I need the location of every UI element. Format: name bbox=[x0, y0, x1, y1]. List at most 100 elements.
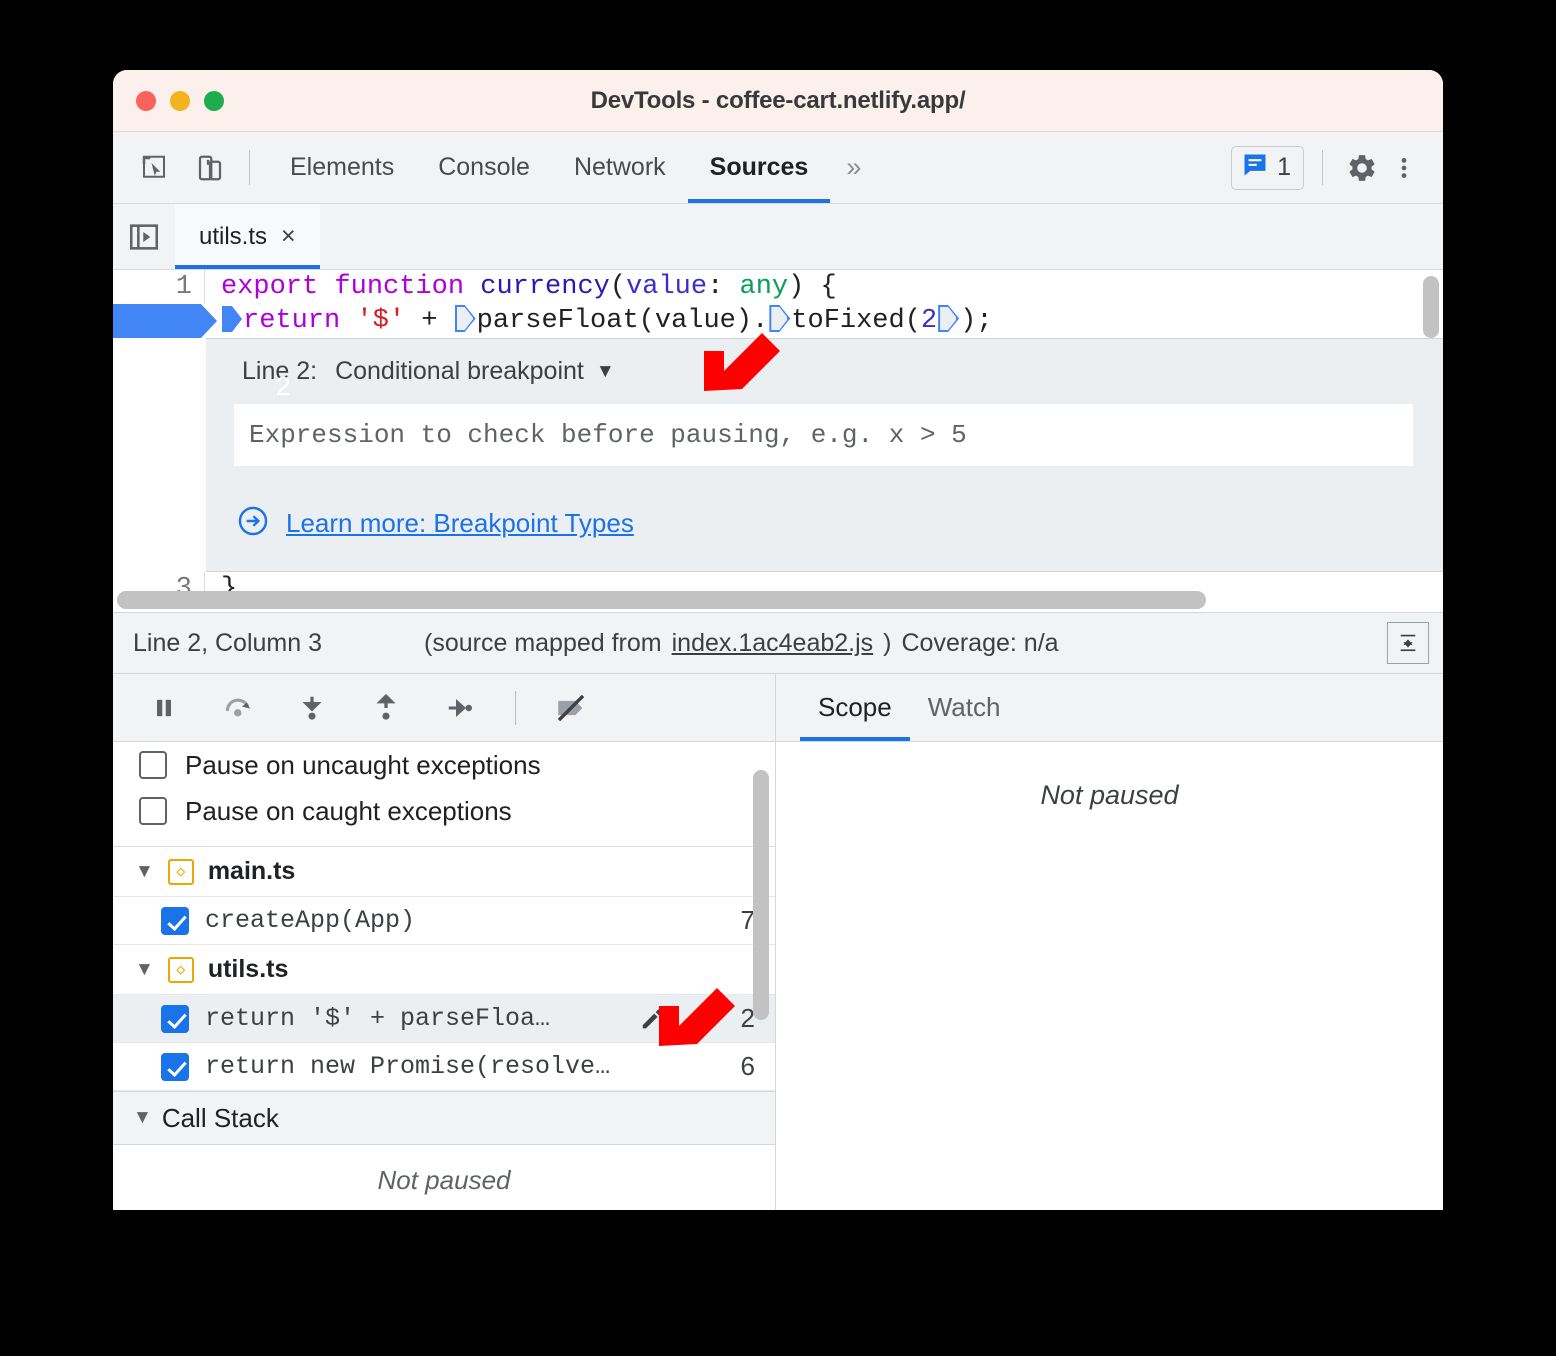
breakpoint-line-number: 6 bbox=[740, 1051, 755, 1081]
inline-breakpoint-marker-2[interactable] bbox=[769, 305, 790, 332]
breakpoint-enabled-checkbox[interactable] bbox=[161, 1004, 189, 1033]
window-title-bar: DevTools - coffee-cart.netlify.app/ bbox=[113, 70, 1443, 132]
pause-on-caught-exceptions-row[interactable]: Pause on caught exceptions bbox=[113, 788, 775, 834]
gear-icon[interactable] bbox=[1341, 147, 1383, 189]
inline-breakpoint-marker-3[interactable] bbox=[938, 305, 959, 332]
breakpoint-list-item[interactable]: return new Promise(resolve… 6 bbox=[113, 1043, 775, 1091]
expand-triangle-icon[interactable]: ▼ bbox=[133, 1107, 152, 1129]
expand-triangle-icon[interactable]: ▼ bbox=[135, 861, 154, 883]
tab-elements-label: Elements bbox=[290, 153, 395, 181]
tab-watch[interactable]: Watch bbox=[910, 674, 1019, 741]
breakpoint-group-main-ts[interactable]: ▼ ◇ main.ts bbox=[113, 847, 775, 897]
call-stack-empty-text: Not paused bbox=[377, 1165, 511, 1195]
inline-breakpoint-marker-1[interactable] bbox=[455, 305, 476, 332]
breakpoint-line-number: 7 bbox=[740, 905, 755, 935]
devtools-window: DevTools - coffee-cart.netlify.app/ Elem… bbox=[113, 70, 1443, 1210]
inline-breakpoint-marker-active[interactable] bbox=[222, 306, 242, 332]
scope-watch-tab-list: Scope Watch bbox=[776, 674, 1443, 742]
breakpoint-marker[interactable] bbox=[113, 304, 217, 338]
deactivate-breakpoints-icon[interactable] bbox=[546, 683, 596, 733]
file-type-icon: ◇ bbox=[167, 858, 194, 885]
scope-empty-text: Not paused bbox=[1040, 780, 1179, 810]
tab-elements[interactable]: Elements bbox=[268, 132, 416, 203]
learn-more-breakpoint-types-link[interactable]: Learn more: Breakpoint Types bbox=[286, 508, 634, 539]
tab-network-label: Network bbox=[573, 153, 666, 181]
pause-on-uncaught-exceptions-row[interactable]: Pause on uncaught exceptions bbox=[113, 742, 775, 788]
close-x-icon[interactable] bbox=[685, 1006, 719, 1032]
code-line-1: 1 export function currency(value: any) { bbox=[113, 270, 1443, 304]
code-line-2-text: return '$' + parseFloat(value). toFixed(2… bbox=[205, 304, 993, 338]
editor-horizontal-scrollbar[interactable] bbox=[117, 591, 1429, 609]
show-navigator-icon[interactable] bbox=[113, 204, 175, 269]
step-over-icon[interactable] bbox=[213, 683, 263, 733]
breakpoint-enabled-checkbox[interactable] bbox=[161, 1052, 189, 1081]
device-toolbar-icon[interactable] bbox=[189, 147, 231, 189]
pencil-edit-icon[interactable] bbox=[635, 1006, 669, 1032]
window-close-button[interactable] bbox=[136, 90, 156, 111]
token-number: 2 bbox=[920, 306, 938, 336]
window-maximize-button[interactable] bbox=[204, 90, 224, 111]
step-into-icon[interactable] bbox=[287, 683, 337, 733]
toolbar-right-divider bbox=[1322, 150, 1323, 185]
cursor-position: Line 2, Column 3 bbox=[133, 628, 323, 657]
more-tabs-chevron-icon[interactable]: » bbox=[830, 132, 877, 203]
step-out-icon[interactable] bbox=[361, 683, 411, 733]
call-stack-section-header[interactable]: ▼ Call Stack bbox=[113, 1091, 775, 1145]
token-string: '$' bbox=[356, 306, 406, 336]
tab-scope[interactable]: Scope bbox=[800, 674, 910, 741]
breakpoint-group-utils-ts[interactable]: ▼ ◇ utils.ts bbox=[113, 945, 775, 995]
tab-network[interactable]: Network bbox=[552, 132, 688, 203]
breakpoint-editor-header: Line 2: Conditional breakpoint ▼ bbox=[206, 339, 1443, 400]
breakpoint-list-item[interactable]: createApp(App) 7 bbox=[113, 897, 775, 945]
step-icon[interactable] bbox=[435, 683, 485, 733]
editor-horizontal-scroll-thumb[interactable] bbox=[117, 591, 1206, 609]
issues-button[interactable]: 1 bbox=[1231, 145, 1304, 190]
pause-icon[interactable] bbox=[139, 683, 189, 733]
token-paren-open: ( bbox=[609, 272, 627, 302]
kebab-menu-icon[interactable] bbox=[1383, 147, 1425, 189]
expand-triangle-icon[interactable]: ▼ bbox=[135, 959, 154, 981]
show-console-drawer-icon[interactable] bbox=[1387, 622, 1429, 664]
breakpoint-type-dropdown[interactable]: Conditional breakpoint ▼ bbox=[335, 357, 615, 386]
breakpoint-list-item[interactable]: return '$' + parseFloa… 2 bbox=[113, 995, 775, 1043]
inspect-element-icon[interactable] bbox=[133, 147, 175, 189]
close-icon[interactable]: × bbox=[281, 224, 296, 249]
breakpoint-group-file-label: main.ts bbox=[207, 857, 296, 885]
status-bar-right bbox=[1387, 622, 1429, 664]
breakpoint-group-file-label: utils.ts bbox=[207, 955, 289, 983]
window-minimize-button[interactable] bbox=[170, 90, 190, 111]
tab-sources[interactable]: Sources bbox=[687, 132, 831, 203]
source-map-suffix: ) bbox=[883, 628, 892, 657]
tab-console-label: Console bbox=[438, 153, 530, 181]
file-type-icon: ◇ bbox=[167, 956, 194, 983]
breakpoint-line-number: 2 bbox=[740, 1003, 755, 1033]
pause-on-uncaught-exceptions-label: Pause on uncaught exceptions bbox=[185, 749, 541, 780]
breakpoint-enabled-checkbox[interactable] bbox=[161, 906, 189, 935]
debugger-lower-split: Pause on uncaught exceptions Pause on ca… bbox=[113, 674, 1443, 1210]
toolbar-left-icons bbox=[113, 132, 231, 203]
breakpoint-condition-input[interactable]: Expression to check before pausing, e.g.… bbox=[234, 404, 1413, 466]
window-title: DevTools - coffee-cart.netlify.app/ bbox=[590, 86, 966, 114]
pause-on-uncaught-exceptions-checkbox[interactable] bbox=[139, 751, 167, 779]
breakpoint-snippet: createApp(App) bbox=[205, 906, 416, 935]
token-paren-close: ) bbox=[788, 272, 805, 302]
file-tab-utils-ts[interactable]: utils.ts × bbox=[175, 204, 320, 269]
pause-on-caught-exceptions-checkbox[interactable] bbox=[139, 797, 167, 825]
token-function-name: currency bbox=[480, 272, 610, 302]
file-tab-label: utils.ts bbox=[199, 222, 268, 250]
source-map-file-link[interactable]: index.1ac4eab2.js bbox=[672, 629, 874, 658]
token-type-any: any bbox=[739, 272, 789, 302]
editor-vertical-scroll-thumb[interactable] bbox=[1423, 276, 1439, 338]
line-number-2-with-breakpoint[interactable]: 2 bbox=[113, 304, 291, 440]
tab-console[interactable]: Console bbox=[416, 132, 552, 203]
devtools-main-toolbar: Elements Console Network Sources » 1 bbox=[113, 132, 1443, 204]
token-arg: (value). bbox=[638, 306, 769, 336]
breakpoints-scrollbar-thumb[interactable] bbox=[753, 770, 769, 1020]
call-stack-label: Call Stack bbox=[161, 1102, 279, 1133]
source-code-editor[interactable]: 1 export function currency(value: any) {… bbox=[113, 270, 1443, 612]
learn-more-row: Learn more: Breakpoint Types bbox=[206, 470, 1443, 571]
editor-vertical-scrollbar[interactable] bbox=[1423, 276, 1439, 606]
issues-count: 1 bbox=[1277, 153, 1291, 181]
line-number-1[interactable]: 1 bbox=[113, 270, 205, 304]
token-brace: { bbox=[804, 272, 837, 302]
